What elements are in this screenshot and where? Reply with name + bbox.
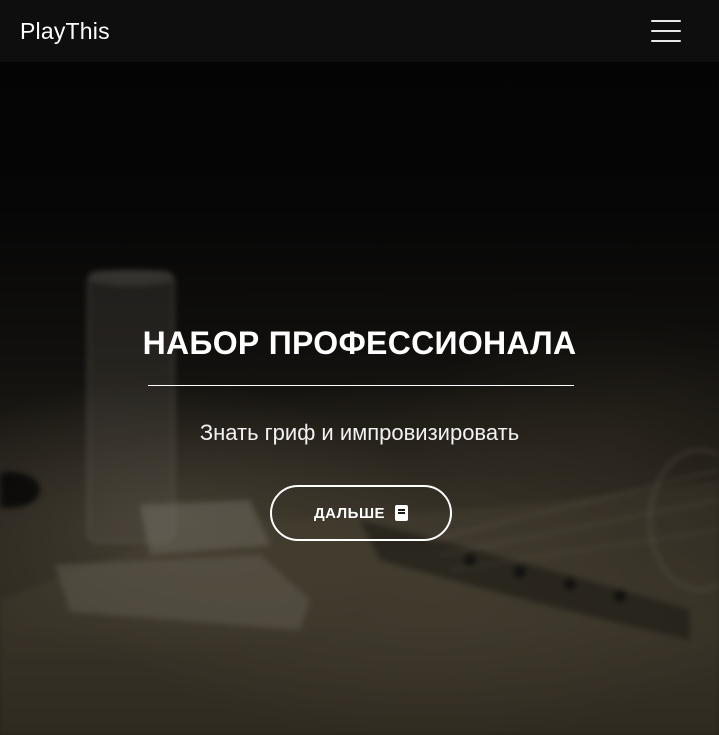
book-icon bbox=[395, 505, 409, 521]
hamburger-menu-icon[interactable] bbox=[651, 18, 683, 44]
navbar: PlayThis bbox=[0, 0, 719, 62]
hero-title: НАБОР ПРОФЕССИОНАЛА bbox=[142, 325, 577, 361]
next-button-label: ДАЛЬШЕ bbox=[313, 504, 386, 522]
menu-bar-top bbox=[651, 20, 681, 22]
hero-subtitle: Знать гриф и импровизировать bbox=[199, 420, 520, 445]
menu-bar-bottom bbox=[651, 40, 681, 42]
page: PlayThis НАБОР ПРОФЕССИОНАЛА Знать гриф … bbox=[0, 0, 719, 735]
brand-logo[interactable]: PlayThis bbox=[20, 18, 110, 45]
menu-bar-middle bbox=[651, 30, 681, 32]
next-button[interactable]: ДАЛЬШЕ bbox=[270, 485, 452, 541]
hero-divider bbox=[148, 385, 574, 386]
hero-content: НАБОР ПРОФЕССИОНАЛА Знать гриф и импрови… bbox=[0, 0, 719, 735]
